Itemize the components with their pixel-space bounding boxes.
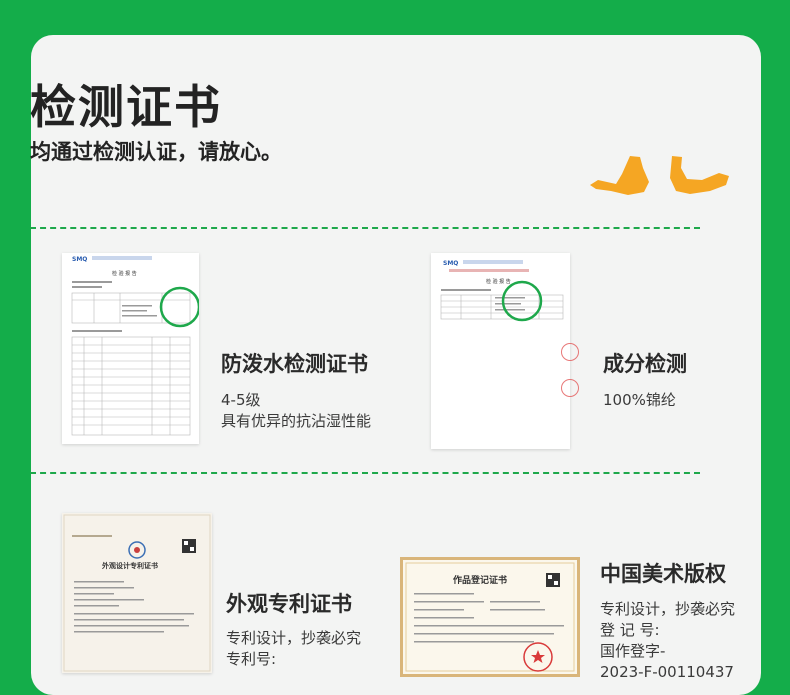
copyright-note: 专利设计，抄袭必究	[600, 600, 736, 618]
official-seal-icon	[523, 642, 553, 672]
composition-value: 100%锦纶	[603, 391, 676, 409]
design-patent-note: 专利设计，抄袭必究	[226, 629, 362, 647]
red-seal-icon	[561, 379, 579, 397]
design-patent-certificate-image: 外观设计专利证书	[62, 513, 212, 673]
copyright-certificate-image: 作品登记证书	[400, 557, 580, 677]
orange-quote-decoration-icon	[590, 156, 729, 195]
smq-logo: SMQ	[443, 260, 458, 267]
water-repellent-desc: 4-5级 具有优异的抗沾湿性能	[221, 390, 371, 432]
water-repellent-title: 防泼水检测证书	[221, 352, 368, 376]
doc-heading: 检 验 报 告	[112, 270, 137, 277]
page-subtitle: 均通过检测认证，请放心。	[30, 140, 282, 164]
red-seal-icon	[561, 343, 579, 361]
design-patent-number-label: 专利号:	[226, 650, 277, 668]
water-repellent-note: 具有优异的抗沾湿性能	[221, 412, 372, 430]
water-repellent-report-image: SMQ 检 验 报 告	[62, 253, 199, 444]
water-repellent-grade: 4-5级	[221, 391, 261, 409]
smq-logo: SMQ	[72, 256, 87, 263]
copyright-desc: 专利设计，抄袭必究 登 记 号: 国作登字- 2023-F-00110437	[600, 599, 735, 683]
doc-heading: 作品登记证书	[453, 574, 507, 586]
design-patent-desc: 专利设计，抄袭必究 专利号:	[226, 628, 361, 670]
divider-middle	[30, 472, 700, 474]
page-title: 检测证书	[30, 80, 222, 134]
highlight-circle	[159, 286, 199, 328]
copyright-reg-prefix: 国作登字-	[600, 642, 666, 660]
design-patent-title: 外观专利证书	[226, 592, 352, 616]
divider-top	[30, 227, 700, 229]
doc-heading: 检 验 报 告	[486, 278, 511, 285]
copyright-title: 中国美术版权	[600, 562, 726, 586]
composition-title: 成分检测	[603, 352, 687, 376]
composition-report-image: SMQ 检 验 报 告	[431, 253, 570, 449]
patent-emblem-icon	[128, 541, 146, 559]
composition-desc: 100%锦纶	[603, 390, 676, 411]
copyright-reg-number: 2023-F-00110437	[600, 663, 734, 681]
copyright-reg-label: 登 记 号:	[600, 621, 660, 639]
doc-heading: 外观设计专利证书	[102, 561, 158, 570]
